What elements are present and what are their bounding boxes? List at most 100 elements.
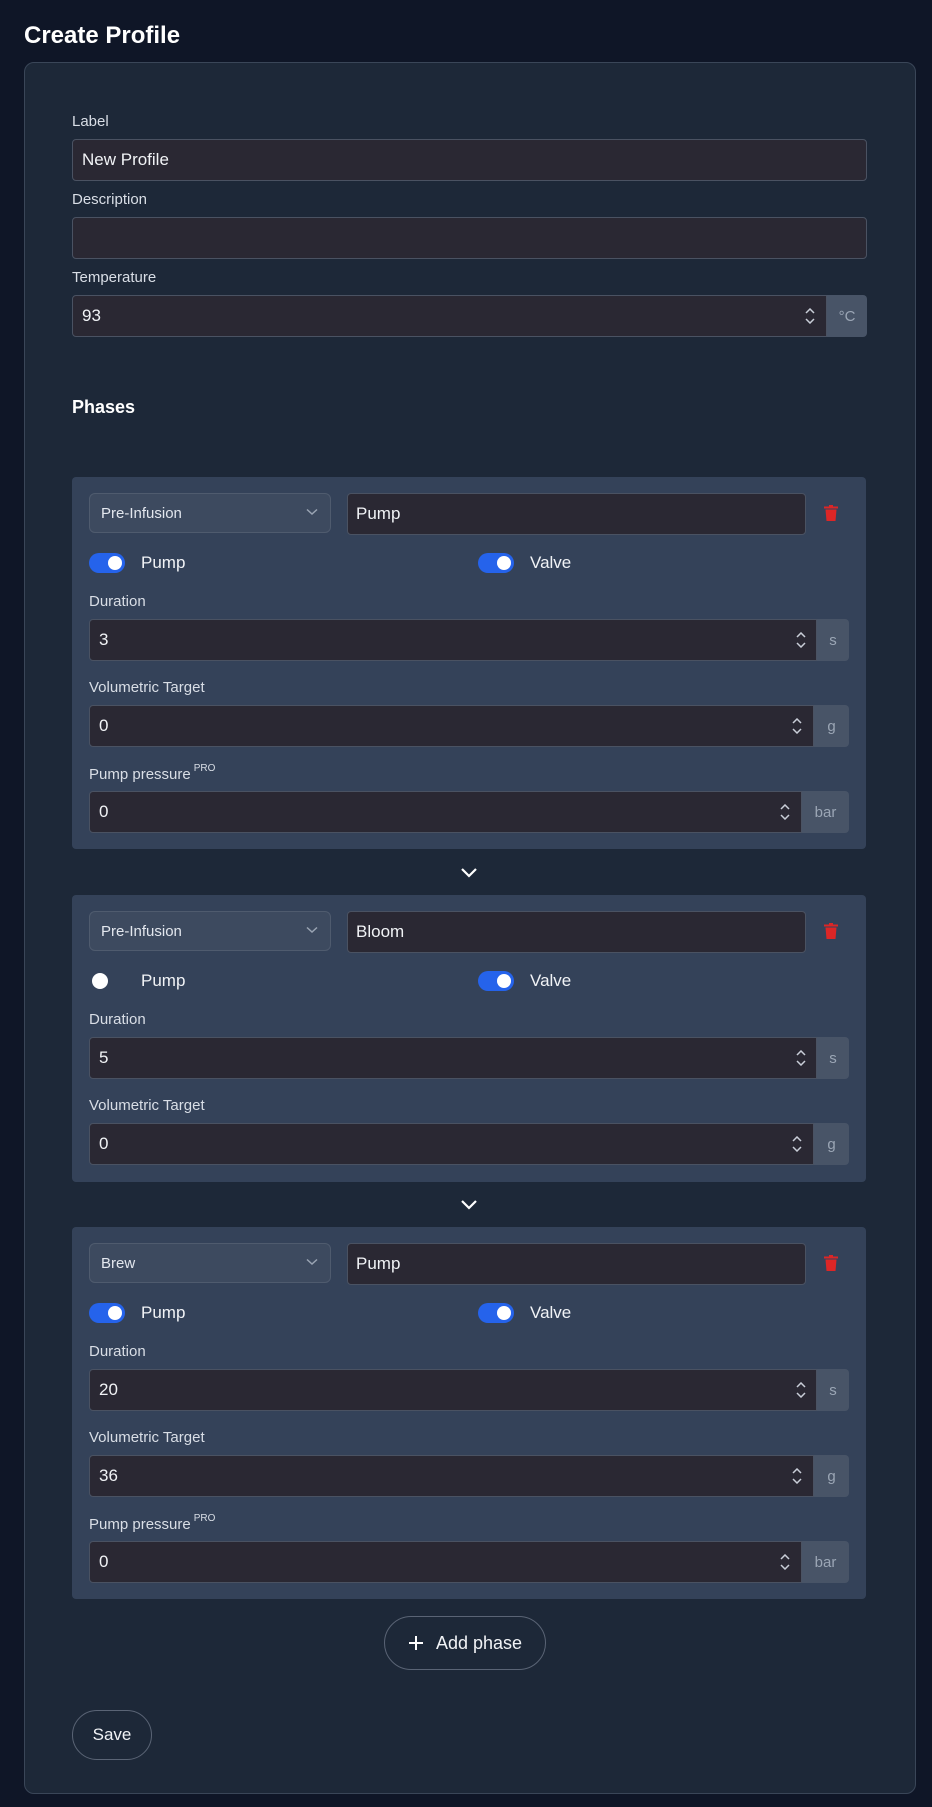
volumetric-input-group: 0 g — [89, 705, 849, 747]
valve-toggle[interactable] — [478, 1303, 514, 1323]
phase-name-input[interactable]: Pump — [347, 493, 806, 535]
pump-toggle-label: Pump — [141, 553, 186, 572]
duration-label: Duration — [89, 1011, 146, 1028]
trash-icon[interactable] — [824, 1255, 838, 1271]
add-phase-label: Add phase — [435, 1632, 523, 1653]
duration-input[interactable]: 5 — [89, 1037, 817, 1079]
duration-value: 3 — [99, 630, 109, 649]
phases-title: Phases — [72, 397, 136, 417]
valve-toggle[interactable] — [478, 971, 514, 991]
add-phase-button[interactable]: Add phase — [384, 1616, 546, 1670]
volumetric-value: 0 — [99, 716, 109, 735]
temperature-field-label: Temperature — [72, 269, 157, 286]
pressure-input[interactable]: 0 — [89, 1541, 802, 1583]
phase-name-input[interactable]: Bloom — [347, 911, 806, 953]
phase-name-value: Pump — [356, 504, 401, 523]
duration-unit: s — [817, 619, 849, 661]
phase-card: Pre-Infusion Pump Pump Valve Duration 3 … — [72, 477, 866, 849]
duration-label: Duration — [89, 593, 146, 610]
save-button[interactable]: Save — [72, 1710, 152, 1760]
valve-toggle-label: Valve — [530, 553, 572, 572]
spinner-icon[interactable] — [796, 1050, 806, 1066]
volumetric-input-group: 0 g — [89, 1123, 849, 1165]
spinner-icon[interactable] — [792, 1468, 802, 1484]
temperature-unit: °C — [827, 295, 867, 337]
duration-unit: s — [817, 1037, 849, 1079]
description-input[interactable] — [72, 217, 867, 259]
volumetric-input[interactable]: 36 — [89, 1455, 814, 1497]
phase-card: Pre-Infusion Bloom Pump Valve Duration 5… — [72, 895, 866, 1182]
pump-toggle-row[interactable]: Pump — [89, 970, 185, 992]
duration-input-group: 5 s — [89, 1037, 849, 1079]
volumetric-label: Volumetric Target — [89, 1429, 205, 1446]
pressure-unit: bar — [802, 791, 849, 833]
chevron-down-icon — [306, 508, 318, 516]
phase-type-select[interactable]: Pre-Infusion — [89, 911, 331, 951]
volumetric-input[interactable]: 0 — [89, 705, 814, 747]
chevron-down-icon — [306, 1258, 318, 1266]
volumetric-unit: g — [814, 1123, 849, 1165]
valve-toggle-row[interactable]: Valve — [478, 970, 571, 992]
valve-toggle-label: Valve — [530, 1303, 572, 1322]
pro-badge: PRO — [193, 763, 216, 774]
chevron-down-icon — [461, 868, 477, 878]
pressure-label-text: Pump pressure — [89, 1516, 191, 1533]
duration-input[interactable]: 20 — [89, 1369, 817, 1411]
valve-toggle[interactable] — [478, 553, 514, 573]
duration-label: Duration — [89, 1343, 146, 1360]
spinner-icon[interactable] — [796, 1382, 806, 1398]
pump-toggle[interactable] — [89, 553, 125, 573]
temperature-value: 93 — [82, 306, 101, 325]
pressure-input-group: 0 bar — [89, 1541, 849, 1583]
spinner-icon[interactable] — [792, 718, 802, 734]
pressure-label: Pump pressure PRO — [89, 1513, 216, 1533]
pressure-input[interactable]: 0 — [89, 791, 802, 833]
pump-toggle-label: Pump — [141, 971, 186, 990]
spinner-icon[interactable] — [805, 308, 815, 324]
volumetric-label: Volumetric Target — [89, 1097, 205, 1114]
pump-toggle[interactable] — [89, 1303, 125, 1323]
phase-name-input[interactable]: Pump — [347, 1243, 806, 1285]
pump-toggle-row[interactable]: Pump — [89, 552, 185, 574]
pump-toggle[interactable] — [89, 971, 125, 991]
duration-input-group: 20 s — [89, 1369, 849, 1411]
pro-badge: PRO — [193, 1513, 216, 1524]
label-input-value: New Profile — [82, 150, 169, 169]
phase-name-value: Bloom — [356, 922, 405, 941]
chevron-down-icon — [306, 926, 318, 934]
duration-input[interactable]: 3 — [89, 619, 817, 661]
volumetric-label: Volumetric Target — [89, 679, 205, 696]
description-field-label: Description — [72, 191, 148, 208]
phase-type-value: Pre-Infusion — [101, 922, 182, 940]
duration-input-group: 3 s — [89, 619, 849, 661]
spinner-icon[interactable] — [792, 1136, 802, 1152]
phase-card: Brew Pump Pump Valve Duration 20 s Volum… — [72, 1227, 866, 1599]
spinner-icon[interactable] — [780, 804, 790, 820]
label-input[interactable]: New Profile — [72, 139, 867, 181]
volumetric-input[interactable]: 0 — [89, 1123, 814, 1165]
pump-toggle-label: Pump — [141, 1303, 186, 1322]
trash-icon[interactable] — [824, 505, 838, 521]
pump-toggle-row[interactable]: Pump — [89, 1302, 185, 1324]
spinner-icon[interactable] — [796, 632, 806, 648]
label-field-label: Label — [72, 113, 109, 130]
pressure-value: 0 — [99, 802, 109, 821]
pressure-unit: bar — [802, 1541, 849, 1583]
volumetric-unit: g — [814, 705, 849, 747]
temperature-input-group: 93 °C — [72, 295, 867, 337]
duration-value: 5 — [99, 1048, 109, 1067]
temperature-input[interactable]: 93 — [72, 295, 827, 337]
volumetric-unit: g — [814, 1455, 849, 1497]
plus-icon — [408, 1636, 423, 1650]
valve-toggle-label: Valve — [530, 971, 572, 990]
phase-type-select[interactable]: Pre-Infusion — [89, 493, 331, 533]
pressure-value: 0 — [99, 1552, 109, 1571]
spinner-icon[interactable] — [780, 1554, 790, 1570]
phase-type-select[interactable]: Brew — [89, 1243, 331, 1283]
trash-icon[interactable] — [824, 923, 838, 939]
valve-toggle-row[interactable]: Valve — [478, 1302, 571, 1324]
duration-value: 20 — [99, 1380, 118, 1399]
chevron-down-icon — [461, 1200, 477, 1210]
valve-toggle-row[interactable]: Valve — [478, 552, 571, 574]
volumetric-input-group: 36 g — [89, 1455, 849, 1497]
